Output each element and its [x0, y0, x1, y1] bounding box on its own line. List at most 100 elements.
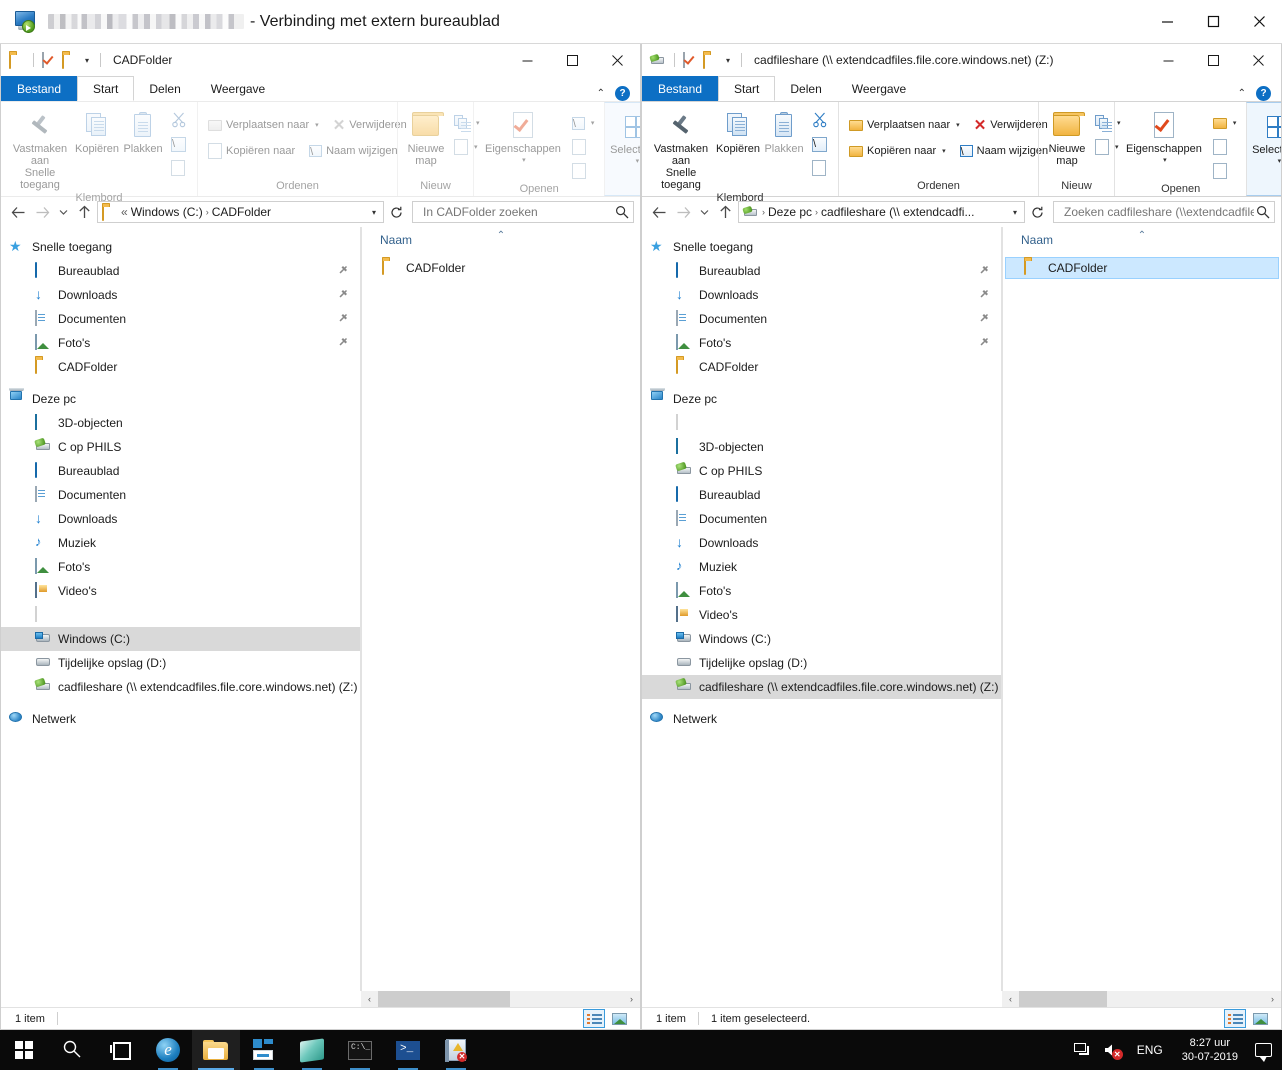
tab-start-left[interactable]: Start [77, 76, 135, 101]
event-viewer-button[interactable]: ✕ [432, 1030, 480, 1070]
copy-button-left[interactable]: Kopiëren [75, 106, 119, 155]
search-icon[interactable] [1256, 205, 1270, 219]
tree-item-muziek[interactable]: ♪ Muziek [642, 555, 1002, 579]
move-to-button-right[interactable]: Verplaatsen naar ▾ [845, 114, 964, 136]
tree-item-foto-s[interactable]: Foto's [1, 331, 361, 355]
edit-button-right[interactable] [1209, 136, 1241, 158]
breadcrumb-segment-0[interactable]: Deze pc [768, 205, 812, 219]
column-header-naam-left[interactable]: Naam [362, 233, 412, 247]
tree-item-documenten[interactable]: Documenten [642, 307, 1002, 331]
tree-item-3d-objecten[interactable]: 3D-objecten [1, 411, 361, 435]
rename-button-left[interactable]: Naam wijzigen [305, 140, 402, 162]
hscroll-right-arrow-icon-right[interactable]: › [1264, 991, 1281, 1007]
rdp-maximize-button[interactable] [1190, 0, 1236, 44]
pin-icon[interactable] [338, 264, 349, 278]
select-button-left[interactable]: Selecteren ▾ [610, 107, 640, 168]
search-box-right[interactable] [1053, 201, 1275, 223]
paste-shortcut-button-left[interactable] [167, 157, 191, 179]
tab-weergave-right[interactable]: Weergave [837, 76, 921, 101]
cut-button-left[interactable] [167, 109, 191, 131]
right-minimize-button[interactable] [1146, 45, 1191, 76]
network-icon[interactable] [1068, 1030, 1098, 1070]
right-maximize-button[interactable] [1191, 45, 1236, 76]
horizontal-scrollbar-right[interactable]: ‹ › [1002, 991, 1281, 1007]
search-box-left[interactable] [412, 201, 634, 223]
large-icons-view-button-left[interactable] [608, 1009, 630, 1028]
select-button-right[interactable]: Selecteren ▾ [1252, 107, 1281, 168]
left-minimize-button[interactable] [505, 45, 550, 76]
tree-item-tijdelijke-opslag-d[interactable]: Tijdelijke opslag (D:) [642, 651, 1002, 675]
customize-qat-caret-icon[interactable]: ▾ [723, 56, 733, 65]
tree-item-snelle-toegang[interactable]: ★ Snelle toegang [642, 235, 1002, 259]
paste-button-left[interactable]: Plakken [121, 106, 165, 155]
open-with-button-left[interactable]: ▾ [568, 112, 599, 134]
copy-path-button-left[interactable] [167, 133, 191, 155]
tree-item-foto-s[interactable]: Foto's [1, 555, 361, 579]
rdp-minimize-button[interactable] [1144, 0, 1190, 44]
hscroll-left-arrow-icon-right[interactable]: ‹ [1002, 991, 1019, 1007]
tab-start-right[interactable]: Start [718, 76, 776, 101]
properties-button-left[interactable]: Eigenschappen ▾ [480, 106, 566, 167]
tab-bestand-right[interactable]: Bestand [642, 76, 719, 101]
tree-item-windows-c[interactable]: Windows (C:) [1, 627, 361, 651]
tree-item-snelle-toegang[interactable]: ★ Snelle toegang [1, 235, 361, 259]
search-input-left[interactable] [421, 204, 615, 220]
search-input-right[interactable] [1062, 204, 1256, 220]
tree-item-muziek[interactable]: ♪ Muziek [1, 531, 361, 555]
tree-item-deze-pc[interactable]: Deze pc [1, 387, 361, 411]
copy-to-button-left[interactable]: Kopiëren naar [204, 140, 299, 162]
pin-icon[interactable] [979, 288, 990, 302]
tab-bestand-left[interactable]: Bestand [1, 76, 78, 101]
volume-muted-icon[interactable]: ✕ [1098, 1030, 1128, 1070]
clock[interactable]: 8:27 uur 30-07-2019 [1172, 1030, 1248, 1070]
cut-button-right[interactable] [808, 109, 832, 131]
history-button-right[interactable] [1209, 160, 1241, 182]
tree-item-downloads[interactable]: ↓ Downloads [642, 531, 1002, 555]
pin-icon[interactable] [338, 336, 349, 350]
collapse-ribbon-icon-left[interactable]: ⌃ [597, 88, 605, 99]
tree-item-documenten[interactable]: Documenten [1, 483, 361, 507]
hscroll-track-right[interactable] [1019, 991, 1264, 1007]
task-view-button[interactable] [96, 1030, 144, 1070]
tree-item-foto-s[interactable]: Foto's [642, 331, 1002, 355]
pin-icon[interactable] [979, 312, 990, 326]
large-icons-view-button-right[interactable] [1249, 1009, 1271, 1028]
tree-item-c-op-phils[interactable]: C op PHILS [642, 459, 1002, 483]
properties-checkmark-icon[interactable] [42, 52, 58, 68]
tab-delen-left[interactable]: Delen [134, 76, 195, 101]
new-folder-button-right[interactable]: Nieuwe map [1045, 106, 1089, 167]
move-to-button-left[interactable]: Verplaatsen naar ▾ [204, 114, 323, 136]
tree-item-documenten[interactable]: Documenten [1, 307, 361, 331]
pin-icon[interactable] [979, 336, 990, 350]
tree-item-cadfolder[interactable]: CADFolder [1, 355, 361, 379]
language-indicator[interactable]: ENG [1128, 1043, 1172, 1057]
search-button[interactable] [48, 1030, 96, 1070]
powershell-button[interactable] [384, 1030, 432, 1070]
file-explorer-button[interactable] [192, 1030, 240, 1070]
tree-item-downloads[interactable]: ↓ Downloads [1, 283, 361, 307]
customize-qat-caret-icon[interactable]: ▾ [82, 56, 92, 65]
tree-item-netwerk[interactable]: Netwerk [642, 707, 1002, 731]
tree-item-blank[interactable] [1, 603, 361, 627]
tree-item-cadfileshare-extendcadfiles-file-core-windows-net-z[interactable]: cadfileshare (\\ extendcadfiles.file.cor… [1, 675, 361, 699]
column-header-naam-right[interactable]: Naam [1003, 233, 1053, 247]
hscroll-left-arrow-icon-left[interactable]: ‹ [361, 991, 378, 1007]
file-list-item[interactable]: CADFolder [364, 257, 638, 279]
breadcrumb-dropdown-caret-icon[interactable]: ▾ [1008, 208, 1022, 217]
paste-button-right[interactable]: Plakken [762, 106, 806, 155]
copy-to-button-right[interactable]: Kopiëren naar ▾ [845, 140, 950, 162]
tree-item-bureaublad[interactable]: Bureaublad [642, 483, 1002, 507]
help-icon-left[interactable]: ? [615, 86, 630, 101]
history-button-left[interactable] [568, 160, 599, 182]
collapse-ribbon-icon-right[interactable]: ⌃ [1238, 88, 1246, 99]
hscroll-thumb-right[interactable] [1019, 991, 1107, 1007]
new-folder-icon[interactable] [703, 52, 719, 69]
tree-item-video-s[interactable]: Video's [1, 579, 361, 603]
copy-button-right[interactable]: Kopiëren [716, 106, 760, 155]
tree-item-c-op-phils[interactable]: C op PHILS [1, 435, 361, 459]
pin-to-quick-access-button-left[interactable]: Vastmaken aan Snelle toegang [7, 106, 73, 191]
tree-item-downloads[interactable]: ↓ Downloads [642, 283, 1002, 307]
app-teal-button[interactable] [288, 1030, 336, 1070]
new-folder-icon[interactable] [62, 52, 78, 69]
rdp-close-button[interactable] [1236, 0, 1282, 44]
